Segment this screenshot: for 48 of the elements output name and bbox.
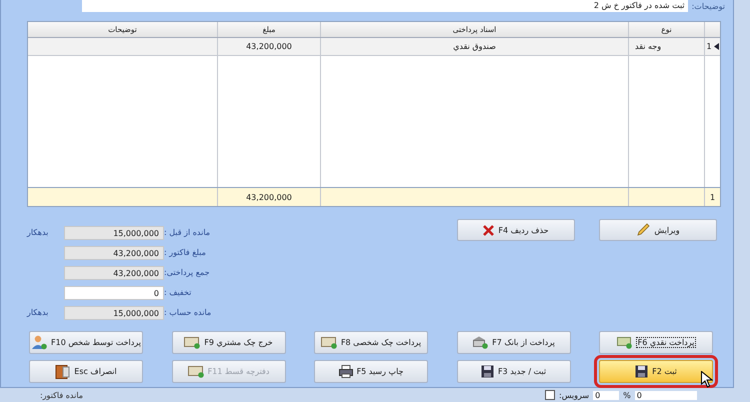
amount-field[interactable]: 0 xyxy=(64,286,164,300)
table-cell: 43,200,000 xyxy=(246,42,292,51)
bank-icon xyxy=(472,336,488,349)
summary-label: تخفیف : xyxy=(164,288,192,297)
background-label: سرویس: xyxy=(559,390,590,400)
person-icon xyxy=(31,335,48,350)
summary-label: مبلغ فاکتور : xyxy=(164,248,207,257)
table-cell: صندوق نقدي xyxy=(453,42,496,51)
row-number: 1 xyxy=(706,42,712,51)
summary-label: مانده حساب : xyxy=(164,308,212,317)
door-icon xyxy=(55,364,70,378)
amount-field: 43,200,000 xyxy=(64,266,164,280)
delete-icon xyxy=(483,224,494,236)
row-number: 1 xyxy=(710,192,716,202)
balance-status: بدهکار xyxy=(27,228,48,237)
mouse-cursor-icon xyxy=(701,371,713,388)
amount-field: 43,200,000 xyxy=(64,246,164,260)
description-label: توضیحات: xyxy=(692,2,725,10)
cheque-icon xyxy=(320,336,337,349)
checkbox[interactable] xyxy=(545,390,555,400)
banknote-icon xyxy=(616,336,633,349)
amount-field: 15,000,000 xyxy=(64,226,164,240)
summary-label: جمع پرداختی: xyxy=(164,268,211,277)
background-field: 0 xyxy=(593,390,620,400)
background-label: مانده فاکتور: xyxy=(40,390,84,400)
action-button[interactable]: ویرایش xyxy=(599,219,717,241)
cheque-icon xyxy=(184,336,200,349)
amount-field: 15,000,000 xyxy=(64,306,164,320)
total-cell: 43,200,000 xyxy=(246,192,292,202)
command-button[interactable]: پرداخت توسط شخص F10 xyxy=(29,331,143,354)
summary-label: مانده از قبل : xyxy=(164,228,212,237)
percent-sign: % xyxy=(623,390,631,400)
action-button[interactable]: حذف ردیف F4 xyxy=(457,219,575,241)
command-button[interactable]: ثبت / جدید F3 xyxy=(456,360,570,383)
row-pointer-icon xyxy=(714,43,719,50)
printer-icon xyxy=(338,365,353,378)
command-button[interactable]: پرداخت چک شخصی F8 xyxy=(314,331,428,354)
command-button[interactable]: چاپ رسید F5 xyxy=(314,360,428,383)
background-field: 0 xyxy=(634,390,697,400)
cheque-icon xyxy=(188,365,204,378)
command-button[interactable]: پرداخت از بانک F7 xyxy=(456,331,570,354)
balance-status: بدهکار xyxy=(27,308,48,317)
description-field[interactable]: ثبت شده در فاکتور خ ش 2 xyxy=(82,0,688,12)
table-cell: وجه نقد xyxy=(635,42,662,51)
command-button[interactable]: پرداخت نقدي F6 xyxy=(599,331,713,354)
command-button[interactable]: خرج چک مشتري F9 xyxy=(172,331,286,354)
command-button[interactable]: انصراف Esc xyxy=(29,360,143,383)
pencil-icon xyxy=(636,223,650,237)
